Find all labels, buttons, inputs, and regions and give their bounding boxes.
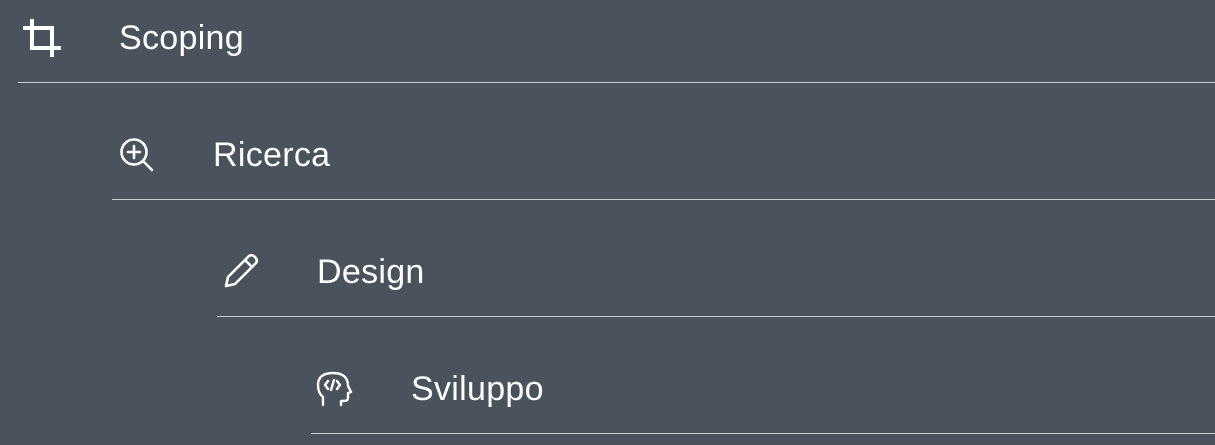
step-scoping[interactable]: Scoping — [18, 0, 1215, 83]
step-design[interactable]: Design — [217, 200, 1215, 317]
crop-icon — [20, 16, 64, 60]
step-ricerca[interactable]: Ricerca — [112, 83, 1215, 200]
step-label: Scoping — [119, 19, 244, 57]
step-sviluppo[interactable]: Sviluppo — [311, 317, 1215, 434]
step-label: Sviluppo — [411, 370, 544, 408]
zoom-in-icon — [115, 133, 159, 177]
pencil-icon — [219, 249, 263, 293]
developer-head-icon — [312, 367, 356, 411]
step-label: Design — [317, 253, 425, 291]
process-steps: Scoping Ricerca Design Sviluppo — [0, 0, 1215, 445]
step-label: Ricerca — [213, 136, 331, 174]
